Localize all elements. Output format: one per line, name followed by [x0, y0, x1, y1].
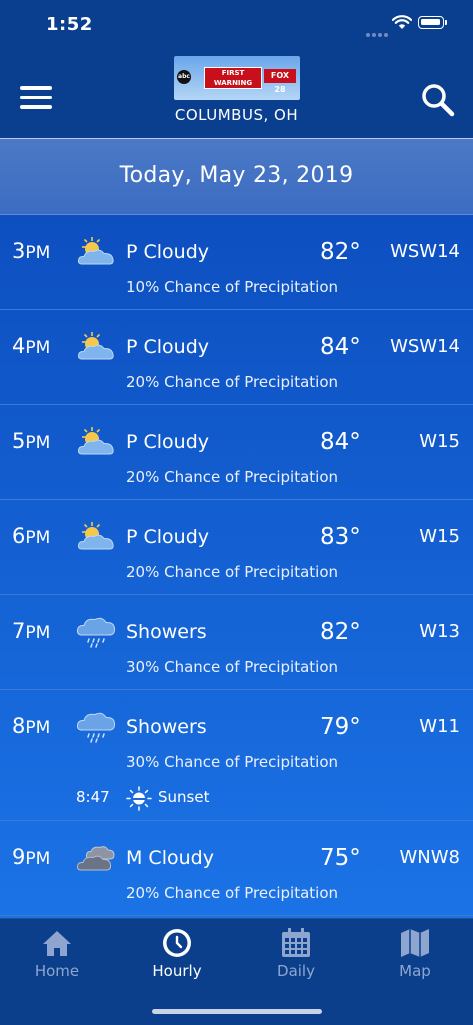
temperature: 75°	[320, 845, 361, 871]
hour-row[interactable]: 6PM P Cloudy 83° W15 20% Chance of Preci…	[0, 500, 473, 595]
partly-cloudy-icon	[77, 427, 114, 455]
station-logo: abc FIRST WARNING FOX 28	[174, 56, 300, 100]
search-icon[interactable]	[420, 82, 456, 118]
mostly-cloudy-icon	[76, 846, 115, 871]
precipitation-label: 20% Chance of Precipitation	[126, 468, 339, 486]
temperature: 84°	[320, 334, 361, 360]
condition-label: P Cloudy	[126, 526, 210, 548]
home-icon	[43, 931, 71, 956]
hamburger-icon	[20, 86, 52, 90]
tab-home[interactable]: Home	[0, 927, 116, 980]
temperature: 83°	[320, 524, 361, 550]
sunset-label: Sunset	[158, 788, 210, 806]
home-indicator[interactable]	[152, 1009, 322, 1014]
temperature: 84°	[320, 429, 361, 455]
status-time: 1:52	[46, 14, 93, 35]
tab-map-label: Map	[399, 962, 431, 980]
condition-label: Showers	[126, 716, 207, 738]
battery-icon	[418, 16, 447, 29]
calendar-icon	[282, 928, 310, 957]
precipitation-label: 10% Chance of Precipitation	[126, 278, 339, 296]
hour-label: 4PM	[12, 334, 51, 358]
precipitation-label: 30% Chance of Precipitation	[126, 753, 339, 771]
map-icon	[401, 929, 429, 957]
condition-label: M Cloudy	[126, 847, 214, 869]
location-label: COLUMBUS, OH	[174, 106, 299, 124]
hour-label: 3PM	[12, 239, 51, 263]
status-bar: 1:52	[0, 0, 473, 50]
hour-row[interactable]: 5PM P Cloudy 84° W15 20% Chance of Preci…	[0, 405, 473, 500]
wind-label: WSW14	[390, 241, 460, 262]
abc-logo: abc	[177, 70, 191, 84]
first-warning-logo: FIRST WARNING	[204, 67, 262, 89]
date-banner: Today, May 23, 2019	[0, 139, 473, 215]
wind-label: WSW14	[390, 336, 460, 357]
condition-label: P Cloudy	[126, 241, 210, 263]
tab-hourly-label: Hourly	[152, 962, 202, 980]
signal-dots-icon	[366, 22, 390, 41]
tab-daily[interactable]: Daily	[237, 927, 355, 980]
wind-label: W15	[419, 526, 460, 547]
sunset-time: 8:47	[76, 788, 110, 806]
tab-hourly[interactable]: Hourly	[118, 927, 236, 980]
precipitation-label: 20% Chance of Precipitation	[126, 373, 339, 391]
precipitation-label: 20% Chance of Precipitation	[126, 884, 339, 902]
hour-label: 8PM	[12, 714, 51, 738]
showers-icon	[76, 712, 116, 743]
wind-label: W11	[419, 716, 460, 737]
partly-cloudy-icon	[77, 332, 114, 360]
fox-logo: FOX 28	[264, 69, 296, 94]
hour-label: 5PM	[12, 429, 51, 453]
wind-label: W15	[419, 431, 460, 452]
showers-icon	[76, 617, 116, 648]
condition-label: Showers	[126, 621, 207, 643]
condition-label: P Cloudy	[126, 431, 210, 453]
temperature: 82°	[320, 619, 361, 645]
temperature: 79°	[320, 714, 361, 740]
app-header: abc FIRST WARNING FOX 28 COLUMBUS, OH	[0, 50, 473, 139]
tab-home-label: Home	[34, 962, 80, 980]
tab-map[interactable]: Map	[356, 927, 473, 980]
forecast-date: Today, May 23, 2019	[119, 163, 354, 188]
hour-label: 6PM	[12, 524, 51, 548]
wind-label: WNW8	[399, 847, 460, 868]
wind-label: W13	[419, 621, 460, 642]
clock-icon	[163, 929, 191, 957]
hour-row[interactable]: 9PM M Cloudy 75° WNW8 20% Chance of Prec…	[0, 821, 473, 916]
precipitation-label: 20% Chance of Precipitation	[126, 563, 339, 581]
condition-label: P Cloudy	[126, 336, 210, 358]
wifi-icon	[392, 15, 412, 29]
hour-row[interactable]: 4PM P Cloudy 84° WSW14 20% Chance of Pre…	[0, 310, 473, 405]
hour-row[interactable]: 3PM P Cloudy 82° WSW14 10% Chance of Pre…	[0, 215, 473, 310]
hour-label: 7PM	[12, 619, 51, 643]
partly-cloudy-icon	[77, 237, 114, 265]
hour-label: 9PM	[12, 845, 51, 869]
tab-daily-label: Daily	[277, 962, 315, 980]
hourly-forecast-list[interactable]: 3PM P Cloudy 82° WSW14 10% Chance of Pre…	[0, 215, 473, 918]
sunset-icon	[126, 786, 152, 811]
partly-cloudy-icon	[77, 522, 114, 550]
precipitation-label: 30% Chance of Precipitation	[126, 658, 339, 676]
hour-row[interactable]: 8PM Showers 79° W11 30% Chance of Precip…	[0, 690, 473, 821]
hour-row[interactable]: 7PM Showers 82° W13 30% Chance of Precip…	[0, 595, 473, 690]
temperature: 82°	[320, 239, 361, 265]
